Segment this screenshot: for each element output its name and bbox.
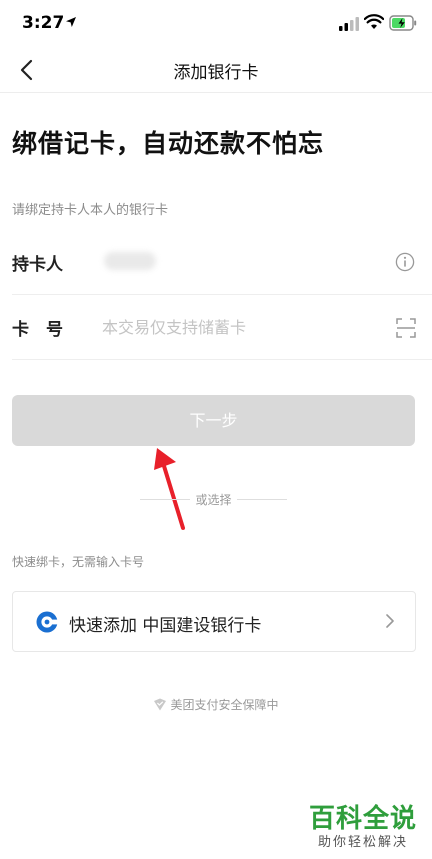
card-number-label: 卡 号 (12, 320, 63, 340)
shield-icon (154, 698, 167, 711)
quick-bind-hint: 快速绑卡，无需输入卡号 (12, 555, 145, 569)
wifi-icon (364, 14, 384, 29)
headline: 绑借记卡，自动还款不怕忘 (12, 129, 325, 158)
watermark-sub: 助你轻松解决 (317, 835, 408, 850)
info-icon[interactable] (395, 252, 415, 272)
quick-add-ccb-card[interactable]: 快速添加 中国建设银行卡 (12, 591, 416, 652)
watermark: 百科全说 助你轻松解决 (306, 798, 420, 852)
divider-line-right (237, 499, 287, 500)
status-bar: 3:27 (0, 0, 432, 48)
quick-add-text: 快速添加 中国建设银行卡 (69, 616, 262, 636)
card-number-row: 卡 号 (12, 295, 432, 360)
red-annotation-arrow-icon (154, 448, 185, 530)
divider-text: 或选择 (195, 493, 232, 507)
status-time: 3:27 (22, 13, 65, 33)
card-holder-name-blurred (104, 252, 156, 270)
chevron-right-icon (386, 614, 394, 628)
watermark-main: 百科全说 (308, 804, 417, 834)
card-number-input[interactable] (102, 313, 362, 341)
security-notice: 美团支付安全保障中 (0, 696, 432, 713)
bind-hint: 请绑定持卡人本人的银行卡 (12, 203, 169, 218)
divider-line-left (140, 499, 190, 500)
security-text: 美团支付安全保障中 (170, 698, 279, 712)
card-holder-row: 持卡人 (12, 230, 432, 295)
battery-charging-icon (389, 15, 417, 31)
cellular-signal-icon (339, 17, 359, 31)
location-arrow-icon (66, 17, 76, 27)
ccb-logo-icon (36, 611, 58, 633)
card-holder-label: 持卡人 (12, 255, 63, 275)
nav-bar: 添加银行卡 (0, 48, 432, 93)
page-title: 添加银行卡 (173, 63, 259, 83)
next-step-button[interactable]: 下一步 (12, 395, 415, 446)
scan-icon[interactable] (396, 318, 416, 338)
